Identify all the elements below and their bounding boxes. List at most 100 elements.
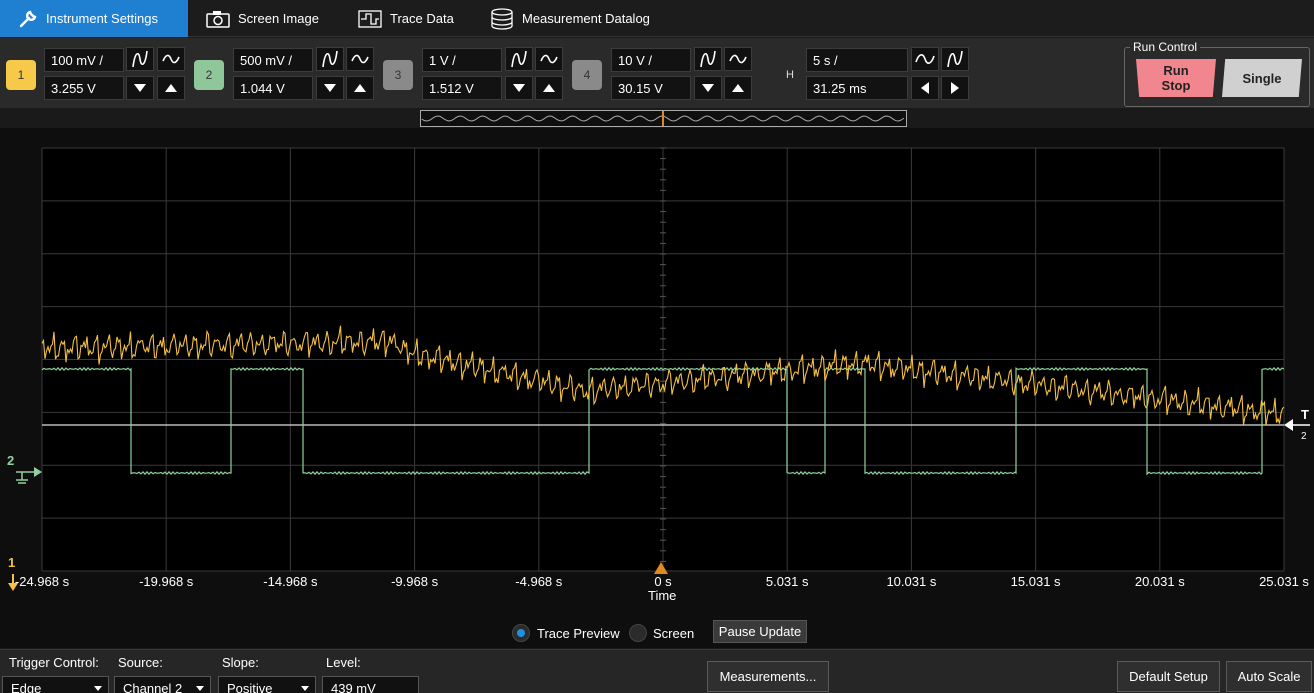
x-tick-label: 25.031 s — [1259, 574, 1309, 589]
waveform-icon — [358, 9, 382, 28]
tilde-icon — [915, 54, 935, 64]
channel-4-scale-field[interactable]: 10 V / — [611, 48, 691, 72]
default-setup-button[interactable]: Default Setup — [1117, 661, 1220, 692]
source-select[interactable]: Channel 2 — [114, 676, 211, 693]
channel-1-up-button[interactable] — [157, 76, 185, 100]
scope-display[interactable]: 2 1 T 2 — [0, 128, 1314, 648]
channel-2-up-button[interactable] — [346, 76, 374, 100]
channel-4-dc-coupling-button[interactable] — [694, 47, 722, 71]
channel-4-offset-field[interactable]: 30.15 V — [611, 76, 691, 100]
sine-wave-icon — [700, 50, 716, 68]
tilde-icon — [540, 54, 558, 64]
channel-1-ac-coupling-button[interactable] — [157, 47, 185, 71]
channel-3-down-button[interactable] — [505, 76, 533, 100]
select-value: Channel 2 — [123, 681, 183, 693]
x-tick-label: -19.968 s — [139, 574, 194, 589]
tilde-icon — [351, 54, 369, 64]
triangle-left-icon — [921, 82, 929, 94]
channel-1-offset-field[interactable]: 3.255 V — [44, 76, 124, 100]
tilde-icon — [729, 54, 747, 64]
tab-trace-data[interactable]: Trace Data — [358, 0, 454, 37]
channel-2-button[interactable]: 2 — [194, 60, 224, 90]
horizontal-wave-button[interactable] — [941, 47, 969, 71]
trigger-control-select[interactable]: Edge — [2, 676, 109, 693]
x-tick-label: 5.031 s — [765, 574, 809, 589]
pause-update-button[interactable]: Pause Update — [713, 620, 807, 643]
horizontal-sine-button[interactable] — [911, 47, 939, 71]
chevron-down-icon — [94, 686, 102, 691]
sine-wave-icon — [132, 50, 148, 68]
channel-2-ac-coupling-button[interactable] — [346, 47, 374, 71]
horizontal-right-button[interactable] — [941, 76, 969, 100]
triangle-down-icon — [324, 84, 336, 92]
x-tick-label: -4.968 s — [515, 574, 563, 589]
channel-1-marker-label: 1 — [8, 555, 16, 570]
triangle-down-icon — [513, 84, 525, 92]
source-label: Source: — [118, 655, 163, 670]
x-tick-label: 0 s — [654, 574, 672, 589]
horizontal-left-button[interactable] — [911, 76, 939, 100]
channel-number: 3 — [394, 68, 402, 82]
horizontal-delay-field[interactable]: 31.25 ms — [806, 76, 908, 100]
database-icon — [490, 7, 514, 31]
channel-2-ground-marker — [16, 467, 42, 484]
triangle-up-icon — [354, 84, 366, 92]
waveform-navigator[interactable] — [420, 110, 907, 127]
triangle-down-icon — [702, 84, 714, 92]
channel-4-button[interactable]: 4 — [572, 60, 602, 90]
x-tick-label: -9.968 s — [391, 574, 439, 589]
auto-scale-button[interactable]: Auto Scale — [1226, 661, 1312, 692]
trace-preview-radio[interactable]: Trace Preview — [512, 622, 620, 644]
channel-1-scale-field[interactable]: 100 mV / — [44, 48, 124, 72]
channel-2-dc-coupling-button[interactable] — [316, 47, 344, 71]
trigger-source-label: 2 — [1301, 431, 1307, 442]
triangle-up-icon — [543, 84, 555, 92]
channel-1-down-button[interactable] — [126, 76, 154, 100]
tilde-icon — [162, 54, 180, 64]
channel-2-marker-label: 2 — [7, 453, 15, 468]
x-tick-label: -24.968 s — [14, 574, 70, 589]
tab-measurement-datalog[interactable]: Measurement Datalog — [490, 0, 650, 37]
select-value: Positive — [227, 681, 273, 693]
trace-preview-label: Trace Preview — [537, 625, 620, 641]
channel-2-down-button[interactable] — [316, 76, 344, 100]
chevron-down-icon — [196, 686, 204, 691]
channel-4-down-button[interactable] — [694, 76, 722, 100]
horizontal-scale-field[interactable]: 5 s / — [806, 48, 908, 72]
channel-3-scale-field[interactable]: 1 V / — [422, 48, 502, 72]
screen-radio[interactable]: Screen — [629, 622, 694, 644]
channel-2-offset-field[interactable]: 1.044 V — [233, 76, 313, 100]
x-tick-label: 20.031 s — [1134, 574, 1185, 589]
channel-3-offset-field[interactable]: 1.512 V — [422, 76, 502, 100]
tab-label: Screen Image — [238, 11, 319, 26]
tab-label: Trace Data — [390, 11, 454, 26]
channel-number: 4 — [583, 68, 591, 82]
channel-3-button[interactable]: 3 — [383, 60, 413, 90]
stop-label: Stop — [1161, 78, 1191, 93]
run-control-title: Run Control — [1130, 40, 1201, 54]
tab-instrument-settings[interactable]: Instrument Settings — [0, 0, 188, 37]
radio-selected-icon — [512, 624, 530, 642]
sine-wave-icon — [947, 50, 963, 68]
slope-label: Slope: — [222, 655, 259, 670]
horizontal-label: H — [786, 69, 794, 81]
tab-screen-image[interactable]: Screen Image — [206, 0, 319, 37]
channel-3-up-button[interactable] — [535, 76, 563, 100]
run-label: Run — [1163, 63, 1189, 78]
channel-1-dc-coupling-button[interactable] — [126, 47, 154, 71]
channel-3-dc-coupling-button[interactable] — [505, 47, 533, 71]
trigger-marker-label: T — [1301, 407, 1309, 422]
channel-2-scale-field[interactable]: 500 mV / — [233, 48, 313, 72]
level-input[interactable]: 439 mV — [322, 676, 419, 693]
run-stop-button[interactable]: Run Stop — [1136, 59, 1216, 97]
slope-select[interactable]: Positive — [218, 676, 316, 693]
channel-1-button[interactable]: 1 — [6, 60, 36, 90]
tab-label: Instrument Settings — [46, 11, 158, 26]
channel-4-ac-coupling-button[interactable] — [724, 47, 752, 71]
single-button[interactable]: Single — [1222, 59, 1302, 97]
x-tick-label: -14.968 s — [263, 574, 318, 589]
channel-4-up-button[interactable] — [724, 76, 752, 100]
channel-3-ac-coupling-button[interactable] — [535, 47, 563, 71]
sine-wave-icon — [322, 50, 338, 68]
measurements-button[interactable]: Measurements... — [707, 661, 829, 692]
